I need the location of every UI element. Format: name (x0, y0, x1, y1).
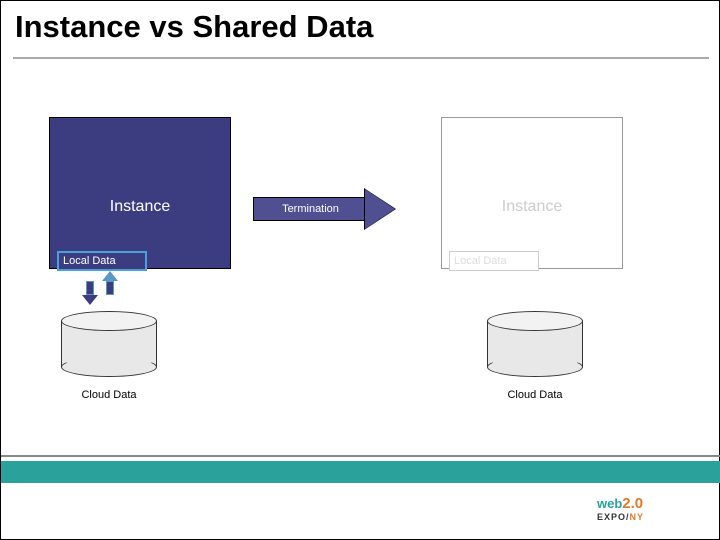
footer-divider (1, 455, 720, 457)
instance-box-right (441, 117, 623, 269)
io-arrows-left (83, 277, 119, 307)
logo-web: web (597, 496, 622, 511)
title-underline (13, 57, 709, 59)
logo-two: 2.0 (622, 495, 643, 512)
cloud-data-label-right: Cloud Data (487, 389, 583, 401)
logo-expo: EXPO/NY (597, 512, 697, 522)
local-data-left: Local Data (57, 251, 147, 271)
termination-arrow: Termination (253, 189, 403, 229)
arrow-up-icon (103, 277, 117, 305)
page-title: Instance vs Shared Data (15, 9, 373, 45)
cylinder-left-icon: Cloud Data (61, 311, 157, 371)
cylinder-right-icon: Cloud Data (487, 311, 583, 371)
cloud-data-label-left: Cloud Data (61, 389, 157, 401)
slide: Instance vs Shared Data Instance Local D… (0, 0, 720, 540)
instance-label-left: Instance (49, 198, 231, 216)
instance-box-left (49, 117, 231, 269)
arrow-right-icon (365, 189, 395, 229)
termination-label: Termination (253, 197, 368, 221)
arrow-down-icon (83, 277, 97, 305)
instance-label-right: Instance (441, 198, 623, 216)
footer-bar (1, 461, 720, 483)
local-data-right: Local Data (449, 251, 539, 271)
web20-expo-logo: web2.0 EXPO/NY (597, 495, 697, 523)
